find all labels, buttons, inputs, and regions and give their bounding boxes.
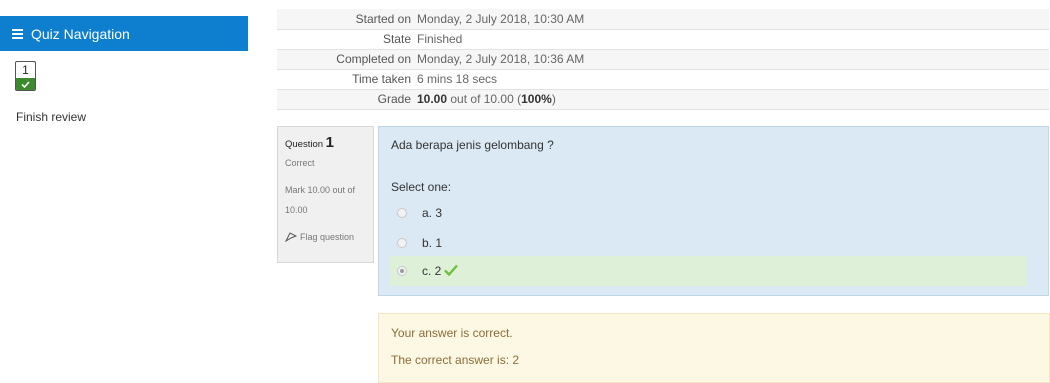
grade-percent-close: )	[551, 92, 556, 106]
question-nav-number: 1	[22, 63, 29, 77]
feedback-correct-message: Your answer is correct.	[391, 326, 513, 340]
question-heading: Question 1	[285, 134, 366, 151]
answer-radio[interactable]	[397, 238, 407, 248]
summary-row: State Finished	[277, 29, 1049, 49]
summary-label: State	[382, 32, 411, 46]
attempt-summary-table: Started on Monday, 2 July 2018, 10:30 AM…	[277, 9, 1049, 110]
summary-value: Monday, 2 July 2018, 10:36 AM	[417, 52, 585, 66]
question-info-panel: Question 1 Correct Mark 10.00 out of 10.…	[277, 126, 374, 263]
answer-radio-selected[interactable]	[397, 266, 407, 276]
question-grade-line2: 10.00	[285, 205, 308, 215]
question-number: 1	[325, 134, 335, 151]
question-nav-button-1[interactable]: 1	[15, 61, 36, 91]
summary-row: Time taken 6 mins 18 secs	[277, 69, 1049, 89]
feedback-correct-answer: The correct answer is: 2	[391, 353, 520, 367]
summary-label: Started on	[355, 11, 411, 26]
summary-value: Monday, 2 July 2018, 10:30 AM	[417, 11, 585, 26]
answer-radio[interactable]	[397, 208, 407, 218]
flag-question-label: Flag question	[300, 232, 355, 242]
flag-question-toggle[interactable]: Flag question	[285, 232, 366, 242]
menu-icon	[12, 27, 23, 41]
summary-value: 6 mins 18 secs	[417, 72, 498, 86]
answer-label: c. 2	[422, 264, 442, 278]
answer-option-b[interactable]: b. 1	[390, 228, 1027, 258]
grade-score: 10.00	[417, 92, 448, 106]
summary-label: Time taken	[352, 72, 411, 86]
summary-row-grade: Grade 10.00 out of 10.00 (100%)	[277, 89, 1049, 109]
question-prompt: Select one:	[391, 180, 452, 194]
quiz-navigation-title: Quiz Navigation	[31, 25, 130, 42]
grade-out-of: out of 10.00	[450, 92, 514, 106]
summary-row: Completed on Monday, 2 July 2018, 10:36 …	[277, 49, 1049, 69]
question-grade: Mark 10.00 out of 10.00	[285, 180, 366, 220]
question-text: Ada berapa jenis gelombang ?	[391, 138, 554, 152]
grade-percent: 100%	[521, 92, 552, 106]
summary-label: Grade	[377, 92, 411, 106]
answer-label: b. 1	[422, 236, 443, 250]
quiz-navigation-header[interactable]: Quiz Navigation	[0, 16, 248, 51]
finish-review-link[interactable]: Finish review	[16, 110, 86, 124]
answer-label: a. 3	[422, 206, 443, 220]
question-title: Question	[285, 139, 324, 150]
question-content: Ada berapa jenis gelombang ? Select one:…	[378, 126, 1049, 296]
answer-option-a[interactable]: a. 3	[390, 198, 1027, 228]
summary-value: Finished	[417, 32, 463, 46]
summary-row: Started on Monday, 2 July 2018, 10:30 AM	[277, 9, 1049, 29]
check-icon	[16, 78, 35, 90]
check-icon	[444, 264, 459, 279]
answer-option-c[interactable]: c. 2	[390, 256, 1027, 286]
flag-icon	[285, 232, 297, 242]
question-feedback: Your answer is correct. The correct answ…	[378, 313, 1050, 383]
question-grade-line1: Mark 10.00 out of	[285, 185, 356, 195]
summary-label: Completed on	[336, 52, 411, 66]
summary-value-grade: 10.00 out of 10.00 (100%)	[417, 89, 1049, 109]
question-state: Correct	[285, 158, 315, 168]
